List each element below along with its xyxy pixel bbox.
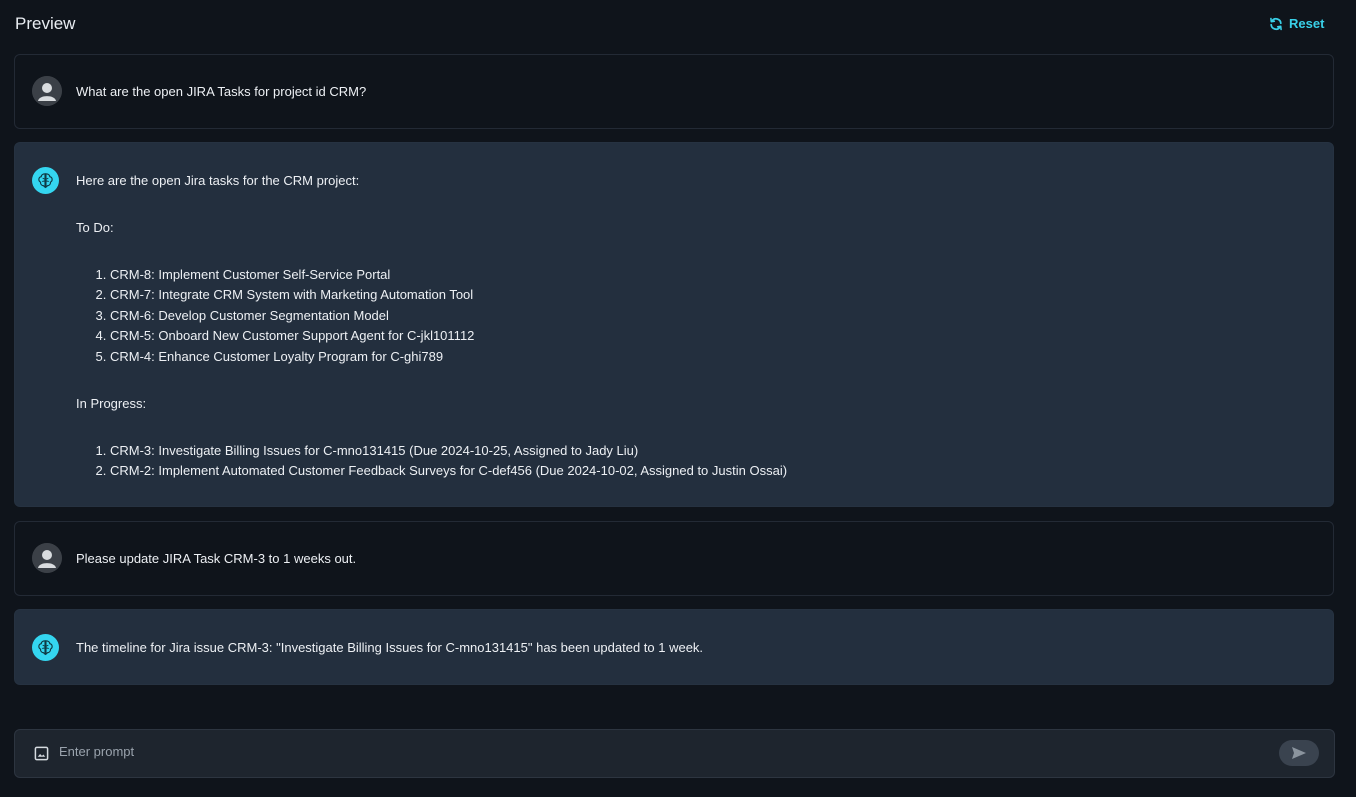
list-item: CRM-2: Implement Automated Customer Feed…	[110, 461, 1276, 481]
list-item: CRM-7: Integrate CRM System with Marketi…	[110, 285, 1276, 305]
prompt-input[interactable]	[59, 744, 1259, 759]
message-text: The timeline for Jira issue CRM-3: "Inve…	[76, 640, 704, 655]
todo-label: To Do:	[76, 220, 114, 235]
assistant-intro: Here are the open Jira tasks for the CRM…	[76, 173, 360, 188]
message-text: What are the open JIRA Tasks for project…	[76, 84, 367, 99]
list-item: CRM-6: Develop Customer Segmentation Mod…	[110, 306, 1276, 326]
assistant-message: The timeline for Jira issue CRM-3: "Inve…	[14, 609, 1334, 685]
brain-icon	[32, 634, 59, 661]
prompt-bar	[14, 729, 1335, 778]
brain-icon	[32, 167, 59, 194]
reset-label: Reset	[1289, 16, 1325, 31]
refresh-icon	[1270, 17, 1282, 30]
image-icon[interactable]	[34, 746, 49, 766]
todo-list: CRM-8: Implement Customer Self-Service P…	[76, 265, 1276, 367]
user-avatar-icon	[32, 76, 62, 106]
list-item: CRM-3: Investigate Billing Issues for C-…	[110, 441, 1276, 461]
list-item: CRM-5: Onboard New Customer Support Agen…	[110, 326, 1276, 346]
user-message: What are the open JIRA Tasks for project…	[14, 54, 1334, 129]
in-progress-label: In Progress:	[76, 396, 147, 412]
header: Preview Reset	[0, 0, 1356, 50]
user-message: Please update JIRA Task CRM-3 to 1 weeks…	[14, 521, 1334, 596]
reset-button[interactable]: Reset	[1269, 16, 1324, 31]
list-item: CRM-4: Enhance Customer Loyalty Program …	[110, 347, 1276, 367]
message-text: Please update JIRA Task CRM-3 to 1 weeks…	[76, 551, 357, 566]
send-button[interactable]	[1279, 740, 1319, 766]
page-title: Preview	[15, 14, 76, 33]
in-progress-list: CRM-3: Investigate Billing Issues for C-…	[76, 441, 1276, 482]
user-avatar-icon	[32, 543, 62, 573]
message-text: Here are the open Jira tasks for the CRM…	[76, 171, 1276, 482]
assistant-message: Here are the open Jira tasks for the CRM…	[14, 142, 1334, 507]
send-icon	[1292, 747, 1306, 759]
list-item: CRM-8: Implement Customer Self-Service P…	[110, 265, 1276, 285]
